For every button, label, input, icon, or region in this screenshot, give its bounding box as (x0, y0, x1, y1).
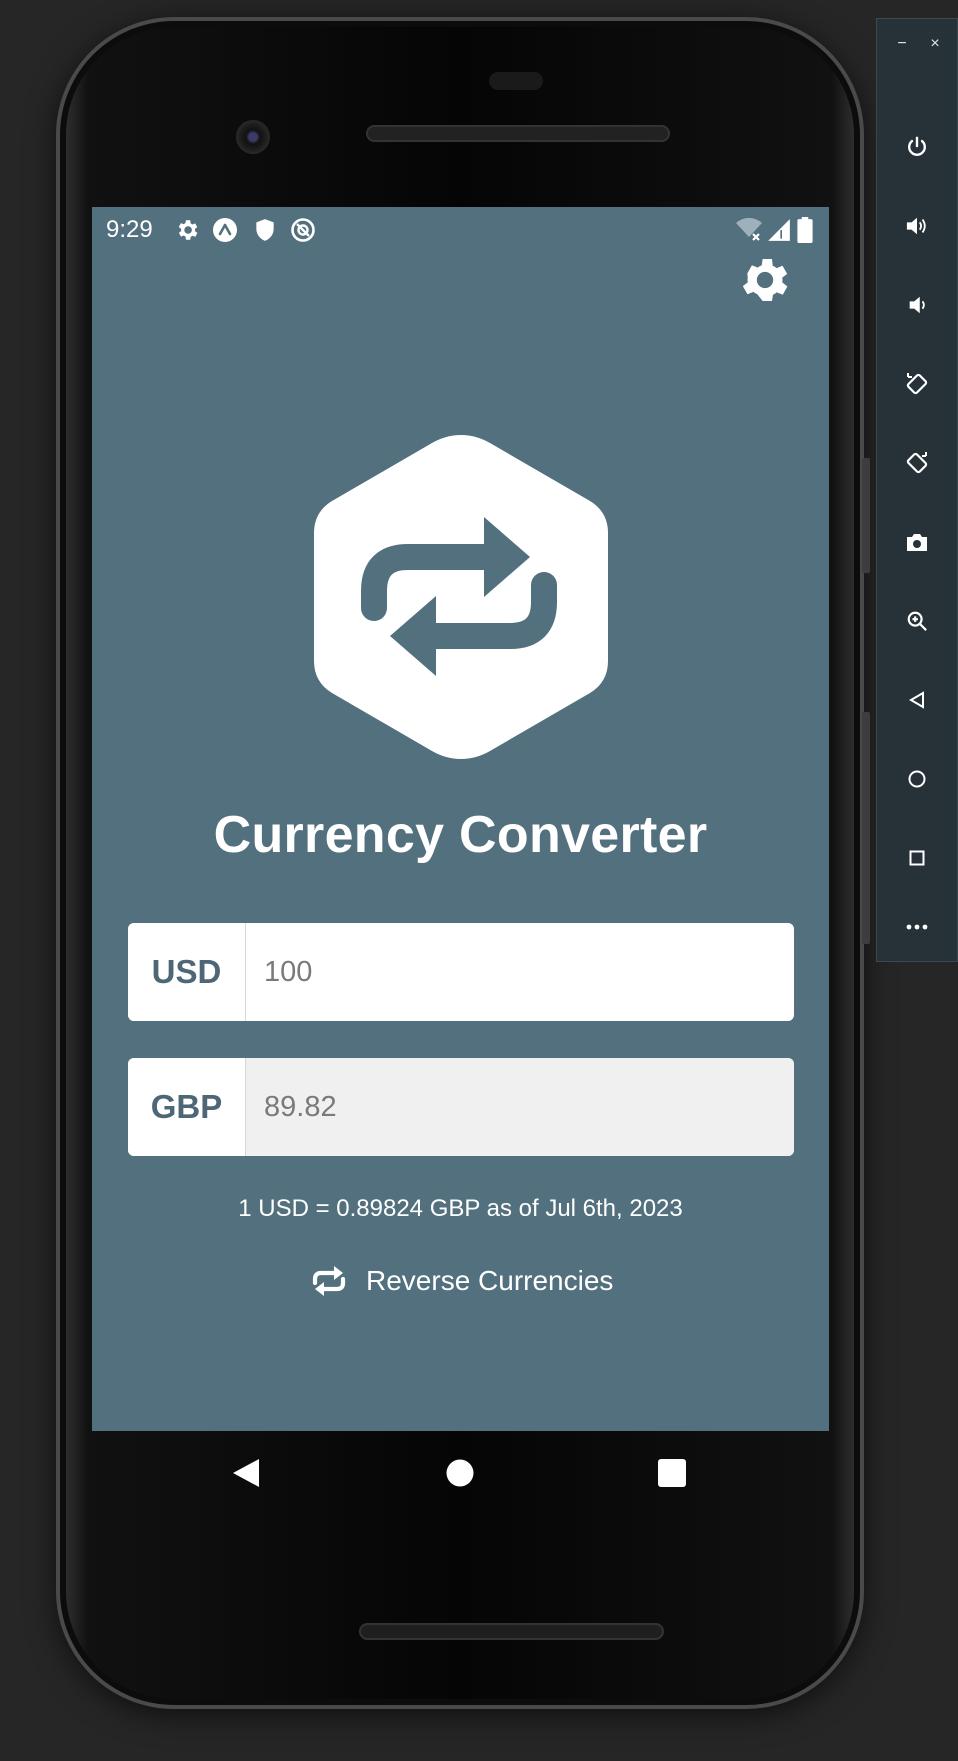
quote-currency-button[interactable]: GBP (128, 1058, 246, 1156)
emulator-toolbar: − × (876, 18, 958, 962)
reverse-currencies-label: Reverse Currencies (366, 1265, 614, 1296)
swap-icon (312, 1266, 346, 1296)
quote-currency-row: GBP (128, 1058, 794, 1156)
home-outline-icon (908, 770, 926, 787)
settings-notification-icon (178, 220, 198, 240)
shield-icon (256, 219, 274, 241)
emulator-overview-button[interactable] (877, 818, 957, 897)
power-icon (908, 136, 926, 156)
reverse-currencies-button[interactable]: Reverse Currencies (310, 1259, 613, 1303)
earpiece-speaker (366, 125, 670, 142)
status-bar: 9:29 (92, 207, 829, 251)
camera-icon (907, 533, 927, 551)
proximity-sensor (489, 72, 543, 90)
more-dots-icon (906, 924, 928, 930)
app-title: Currency Converter (213, 806, 708, 864)
rotate-right-icon (906, 451, 928, 473)
more-options-button[interactable] (877, 897, 957, 957)
emulator-window-controls: − × (877, 19, 957, 69)
rotate-left-icon (906, 372, 928, 394)
emulator-home-button[interactable] (877, 739, 957, 818)
overview-outline-icon (909, 850, 925, 865)
android-nav-bar (92, 1431, 829, 1517)
base-currency-button[interactable]: USD (128, 923, 246, 1021)
exchange-rate-text: 1 USD = 0.89824 GBP as of Jul 6th, 2023 (238, 1195, 683, 1222)
volume-up-button[interactable] (877, 186, 957, 265)
minimize-button[interactable]: − (889, 31, 915, 57)
base-amount-input[interactable] (246, 923, 794, 1021)
nav-back-button[interactable] (218, 1445, 274, 1501)
zoom-icon (907, 611, 927, 631)
quote-amount-field (246, 1058, 794, 1156)
volume-down-icon (909, 296, 925, 313)
volume-down-button[interactable] (877, 265, 957, 344)
emulator-stage: 9:29 Currency Converter USD 100 GBP 89.8… (0, 0, 958, 1761)
wifi-off-icon (736, 217, 762, 241)
front-camera (236, 120, 270, 154)
screenshot-button[interactable] (877, 502, 957, 581)
recents-square-icon (658, 1459, 686, 1487)
settings-gear-button[interactable] (737, 252, 793, 308)
app-logo-exchange-icon (314, 435, 608, 759)
volume-side-button (862, 712, 870, 944)
power-side-button (862, 458, 870, 573)
volume-up-icon (906, 217, 926, 234)
battery-icon (797, 217, 813, 243)
back-triangle-icon (233, 1459, 259, 1487)
back-outline-icon (909, 690, 924, 709)
base-currency-row: USD (128, 923, 794, 1021)
zoom-button[interactable] (877, 581, 957, 660)
expo-notification-icon (213, 218, 237, 242)
data-saver-icon (291, 218, 315, 242)
power-button[interactable] (877, 107, 957, 186)
rotate-right-button[interactable] (877, 423, 957, 502)
emulator-back-button[interactable] (877, 660, 957, 739)
nav-home-button[interactable] (432, 1445, 488, 1501)
app-screen: 9:29 Currency Converter USD 100 GBP 89.8… (92, 207, 829, 1431)
rotate-left-button[interactable] (877, 344, 957, 423)
bottom-speaker (359, 1623, 664, 1640)
close-button[interactable]: × (922, 31, 948, 57)
status-time: 9:29 (106, 216, 153, 243)
cellular-signal-icon (768, 219, 790, 241)
nav-recents-button[interactable] (644, 1445, 700, 1501)
home-circle-icon (446, 1459, 474, 1487)
